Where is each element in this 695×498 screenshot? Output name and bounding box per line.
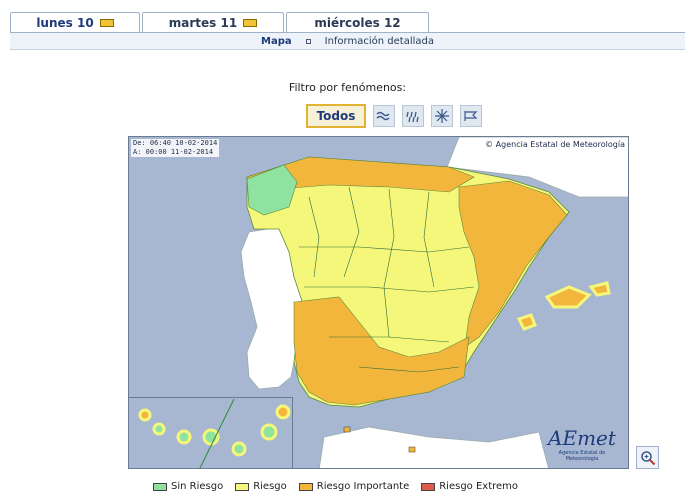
legend-label: Riesgo Importante (316, 481, 410, 492)
filter-wind-button[interactable] (373, 105, 395, 127)
legend-item: Riesgo Extremo (421, 481, 518, 492)
tab-label: martes 11 (168, 15, 238, 30)
zoom-button[interactable] (636, 446, 659, 469)
magnifier-icon (640, 450, 655, 465)
agency-credit: © Agencia Estatal de Meteorología (485, 140, 625, 149)
validity-period: De: 06:40 10-02-2014 A: 00:00 11-02-2014 (131, 139, 220, 157)
logo-mark: AEmet (548, 426, 616, 450)
filter-rain-button[interactable] (402, 105, 424, 127)
legend-item: Riesgo (235, 481, 287, 492)
validity-to: A: 00:00 11-02-2014 (133, 148, 214, 156)
risk-swatch-icon (99, 18, 114, 27)
coastal-icon (464, 111, 478, 121)
warning-map[interactable]: De: 06:40 10-02-2014 A: 00:00 11-02-2014… (128, 136, 629, 469)
tab-miercoles-12[interactable]: miércoles 12 (286, 12, 429, 32)
tab-lunes-10[interactable]: lunes 10 (10, 12, 140, 32)
filter-all-button[interactable]: Todos (306, 104, 366, 128)
legend-label: Sin Riesgo (171, 481, 224, 492)
legend-item: Riesgo Importante (298, 481, 410, 492)
view-subnav: Mapa Información detallada (10, 33, 685, 50)
aemet-logo: AEmet Agencia Estatal de Meteorología (542, 426, 622, 464)
filter-snow-button[interactable] (431, 105, 453, 127)
filter-coastal-button[interactable] (460, 105, 482, 127)
risk-legend: Sin Riesgo Riesgo Riesgo Importante Ries… (153, 481, 518, 492)
logo-subtitle: Agencia Estatal de Meteorología (558, 450, 606, 462)
legend-swatch (235, 482, 250, 491)
detailed-info-link[interactable]: Información detallada (325, 36, 434, 47)
tab-label: lunes 10 (36, 15, 94, 30)
legend-label: Riesgo Extremo (439, 481, 519, 492)
snow-icon (435, 109, 449, 123)
legend-swatch (153, 482, 167, 491)
filter-buttons: Todos (306, 104, 482, 128)
tab-label: miércoles 12 (314, 15, 401, 30)
wind-icon (376, 111, 390, 121)
filter-title: Filtro por fenómenos: (288, 81, 407, 94)
tab-martes-11[interactable]: martes 11 (142, 12, 284, 32)
bullet-icon (305, 38, 311, 44)
map-view-link[interactable]: Mapa (261, 36, 292, 47)
risk-swatch-icon (243, 18, 258, 27)
day-tabs: lunes 10 martes 11 miércoles 12 (10, 12, 685, 32)
legend-item: Sin Riesgo (153, 481, 223, 492)
legend-swatch (298, 482, 313, 491)
rain-icon (406, 111, 419, 123)
validity-from: De: 06:40 10-02-2014 (133, 139, 218, 147)
legend-label: Riesgo (253, 481, 287, 492)
canary-islands-inset (129, 397, 293, 468)
legend-swatch (421, 482, 436, 491)
